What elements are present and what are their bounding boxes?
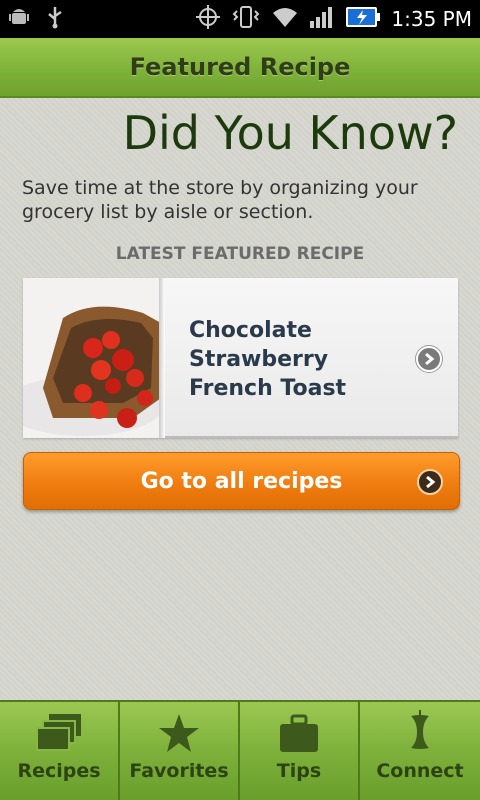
tip-text: Save time at the store by organizing you…	[22, 177, 418, 223]
usb-icon	[46, 5, 64, 33]
tab-label: Favorites	[129, 760, 229, 782]
main-content: Did You Know? Save time at the store by …	[0, 98, 480, 700]
vibrate-icon	[231, 4, 261, 34]
wifi-icon	[271, 5, 299, 33]
signal-icon	[309, 5, 335, 33]
recipe-name: Chocolate Strawberry French Toast	[189, 318, 347, 401]
page-title: Featured Recipe	[129, 53, 351, 81]
battery-charging-icon	[345, 5, 381, 33]
status-bar: 1:35 PM	[0, 0, 480, 38]
briefcase-icon	[278, 710, 320, 754]
go-to-all-recipes-label: Go to all recipes	[140, 468, 343, 494]
tab-favorites[interactable]: Favorites	[120, 700, 240, 800]
app-header: Featured Recipe	[0, 38, 480, 98]
tab-label: Tips	[276, 760, 322, 782]
tab-label: Connect	[376, 760, 464, 782]
status-time: 1:35 PM	[391, 7, 472, 31]
tab-label: Recipes	[17, 760, 101, 782]
star-icon	[158, 710, 200, 754]
go-to-all-recipes-button[interactable]: Go to all recipes	[23, 452, 460, 510]
tab-tips[interactable]: Tips	[240, 700, 360, 800]
did-you-know-heading: Did You Know?	[122, 106, 458, 160]
gps-icon	[195, 4, 221, 34]
stacked-cards-icon	[35, 710, 83, 754]
bottom-tab-bar: Recipes Favorites Tips Connect	[0, 700, 480, 800]
featured-recipe-card[interactable]: Chocolate Strawberry French Toast	[23, 278, 458, 438]
recipe-photo	[23, 278, 161, 438]
chevron-right-icon[interactable]	[416, 346, 442, 372]
tab-recipes[interactable]: Recipes	[0, 700, 120, 800]
card-divider	[159, 278, 165, 438]
apple-core-icon	[405, 710, 435, 754]
section-label: LATEST FEATURED RECIPE	[115, 244, 365, 264]
chevron-right-icon	[417, 469, 443, 495]
android-debug-icon	[8, 6, 30, 32]
tab-connect[interactable]: Connect	[360, 700, 480, 800]
